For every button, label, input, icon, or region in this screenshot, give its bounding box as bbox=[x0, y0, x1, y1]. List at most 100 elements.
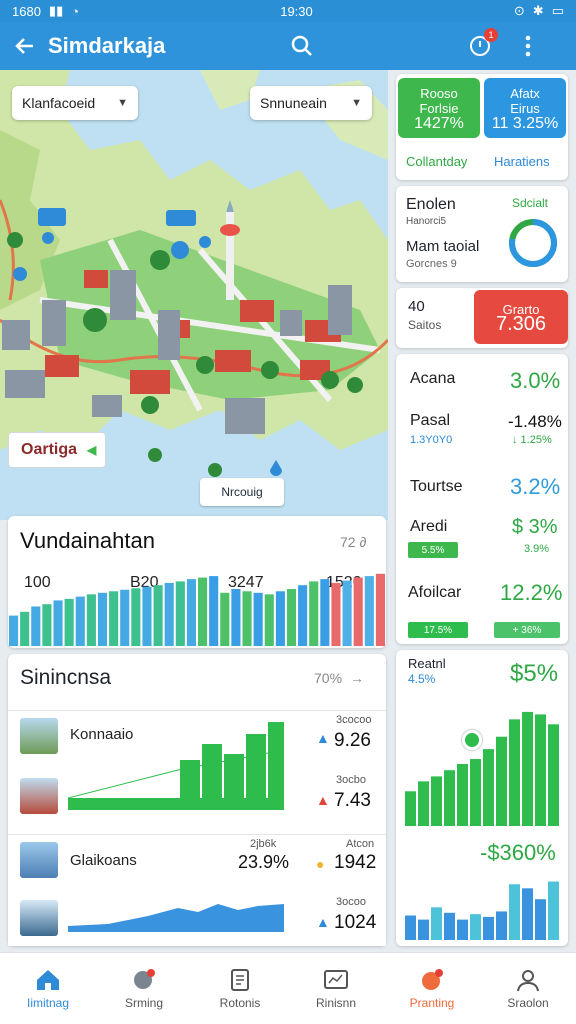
tile-green-line2: Forlsie bbox=[419, 100, 459, 116]
bar bbox=[418, 919, 429, 940]
layer-dropdown-label: Snnuneain bbox=[260, 95, 327, 111]
kpi-sub: ↓ 1.25% bbox=[512, 434, 552, 446]
bar bbox=[522, 888, 533, 940]
bar bbox=[64, 598, 74, 646]
status-clock: 19:30 bbox=[280, 3, 313, 19]
stats-subtitle: 72 ∂ bbox=[340, 534, 367, 550]
nav-label: Srming bbox=[124, 995, 163, 1010]
check-icon: ◀ bbox=[87, 443, 97, 457]
bar bbox=[548, 724, 559, 826]
bar bbox=[242, 591, 252, 646]
thumbnail-building bbox=[20, 778, 58, 814]
bar bbox=[153, 585, 163, 646]
nav-item-alerts[interactable]: Pranting bbox=[384, 953, 480, 1024]
kpi-sub: 3.9% bbox=[524, 543, 550, 555]
thumbnail-station bbox=[20, 842, 58, 878]
chart-card-value2: -$360% bbox=[480, 840, 556, 865]
stats-title: Vundainahtan bbox=[20, 528, 155, 553]
map-pin-label[interactable]: Nrcouig bbox=[200, 478, 284, 506]
arrow-up-icon: ▲ bbox=[316, 730, 330, 746]
search-icon[interactable] bbox=[278, 22, 326, 70]
kpi-value: 3.2% bbox=[510, 474, 561, 499]
bar bbox=[142, 586, 152, 646]
bar bbox=[342, 580, 352, 646]
tile-green[interactable]: Rooso Forlsie 1427% bbox=[398, 78, 480, 138]
bar bbox=[496, 736, 507, 826]
bar bbox=[20, 611, 30, 646]
bar bbox=[42, 604, 52, 646]
nav-item-profile[interactable]: Sraolon bbox=[480, 953, 576, 1024]
dot-icon: ● bbox=[316, 856, 325, 872]
bar bbox=[109, 591, 119, 646]
bar bbox=[209, 576, 219, 646]
bar bbox=[264, 594, 274, 646]
nav-item-analytics[interactable]: Rinisnn bbox=[288, 953, 384, 1024]
status-bar: 1680 ▮▮ ◔ 19:30 ⊙ ✱ ▭ bbox=[0, 0, 576, 22]
list-item-small-2: Atcon bbox=[346, 838, 375, 850]
tile-green-value: 1427% bbox=[414, 114, 464, 132]
bar bbox=[231, 589, 241, 646]
notification-icon[interactable]: 1 bbox=[456, 22, 504, 70]
kpi-sub: 1.3Y0Y0 bbox=[410, 434, 453, 446]
bar bbox=[164, 582, 174, 646]
nav-label: Rinisnn bbox=[315, 995, 357, 1010]
ring-chart bbox=[509, 219, 557, 267]
bar bbox=[253, 592, 263, 646]
more-menu-icon[interactable] bbox=[504, 22, 552, 70]
tile-blue-line1: Afatx bbox=[510, 85, 540, 101]
count-card-title: 40 bbox=[408, 298, 425, 315]
list-item-label: Glaikoans bbox=[70, 852, 137, 869]
kpi-label: Afoilcar bbox=[408, 584, 462, 601]
tile-red[interactable]: Grarto 7.306 bbox=[474, 290, 568, 344]
bar bbox=[86, 594, 96, 646]
back-arrow-icon[interactable] bbox=[0, 22, 48, 70]
bar bbox=[220, 592, 230, 646]
kpi-label: Tourtse bbox=[410, 478, 463, 495]
bar bbox=[131, 588, 141, 646]
nav-item-home[interactable]: Iimitnag bbox=[0, 953, 96, 1024]
bar bbox=[496, 911, 507, 940]
thumbnail-church bbox=[20, 718, 58, 754]
battery-icon: ▭ bbox=[551, 3, 564, 18]
count-card-sub: Saitos bbox=[408, 318, 442, 332]
bar bbox=[548, 881, 559, 940]
thumbnail-bridge bbox=[20, 900, 58, 936]
layer-dropdown[interactable]: Snnuneain ▼ bbox=[250, 86, 372, 120]
map-pin-icon bbox=[462, 730, 482, 750]
wifi-icon: ◔ bbox=[71, 3, 80, 19]
region-dropdown[interactable]: Klanfacoeid ▼ bbox=[12, 86, 138, 120]
bar bbox=[120, 589, 130, 646]
bar bbox=[320, 579, 330, 646]
kpi-value: 3.0% bbox=[510, 368, 561, 393]
bar bbox=[364, 576, 374, 646]
bar bbox=[331, 582, 341, 646]
kpi-label: Acana bbox=[410, 370, 456, 387]
bell-icon bbox=[422, 968, 443, 990]
arrow-up-icon: ▲ bbox=[316, 914, 330, 930]
kpi-label: Pasal bbox=[410, 412, 451, 429]
list-item-small: 3cocoo bbox=[336, 714, 372, 726]
arrow-right-icon: → bbox=[350, 670, 365, 686]
bar bbox=[275, 591, 285, 646]
bar bbox=[483, 749, 494, 826]
signal-icon: ▮▮ bbox=[48, 3, 64, 18]
list-more-link[interactable]: 70% → bbox=[314, 670, 364, 686]
bar bbox=[405, 791, 416, 826]
list-item-value: 1024 bbox=[334, 912, 377, 933]
chart-icon bbox=[324, 969, 348, 989]
tile-blue[interactable]: Afatx Eirus 11 3.25% bbox=[484, 78, 566, 138]
ring-card-title: Enolen bbox=[406, 196, 456, 213]
nav-label: Sraolon bbox=[507, 995, 549, 1010]
nav-item-chat[interactable]: Srming bbox=[96, 953, 192, 1024]
bar bbox=[75, 596, 85, 646]
bar bbox=[509, 884, 520, 940]
bar bbox=[470, 914, 481, 940]
ring-card-line3: Mam taoial bbox=[406, 238, 480, 255]
bar bbox=[457, 764, 468, 826]
ring-card-line4: Gorcnes 9 bbox=[406, 258, 457, 270]
bar bbox=[186, 579, 196, 646]
region-dropdown-label: Klanfacoeid bbox=[22, 95, 96, 111]
nav-item-reports[interactable]: Rotonis bbox=[192, 953, 288, 1024]
map-callout[interactable]: Oartiga ◀ bbox=[8, 432, 106, 468]
list-item-value: 9.26 bbox=[334, 730, 371, 751]
